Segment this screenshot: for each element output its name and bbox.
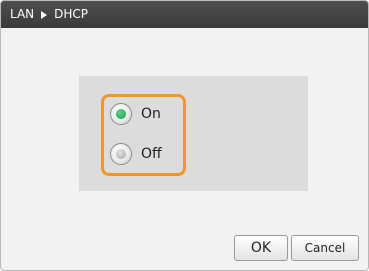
breadcrumb-item-lan: LAN bbox=[10, 7, 35, 21]
ok-button[interactable]: OK bbox=[234, 235, 288, 261]
radio-selected-dot bbox=[116, 109, 126, 119]
radio-unselected-dot bbox=[116, 149, 126, 159]
radio-option-off[interactable]: Off bbox=[110, 143, 162, 165]
radio-option-on[interactable]: On bbox=[110, 103, 161, 125]
radio-label-off: Off bbox=[141, 146, 162, 162]
breadcrumb: LAN DHCP bbox=[1, 1, 368, 28]
radio-button-icon[interactable] bbox=[110, 143, 132, 165]
cancel-button[interactable]: Cancel bbox=[291, 235, 359, 261]
chevron-right-icon bbox=[41, 10, 48, 19]
radio-label-on: On bbox=[141, 106, 161, 122]
breadcrumb-item-dhcp: DHCP bbox=[54, 7, 89, 21]
radio-button-icon[interactable] bbox=[110, 103, 132, 125]
dhcp-radio-group: On Off bbox=[101, 94, 186, 176]
dialog-window: LAN DHCP On Off OK Cancel bbox=[0, 0, 369, 271]
